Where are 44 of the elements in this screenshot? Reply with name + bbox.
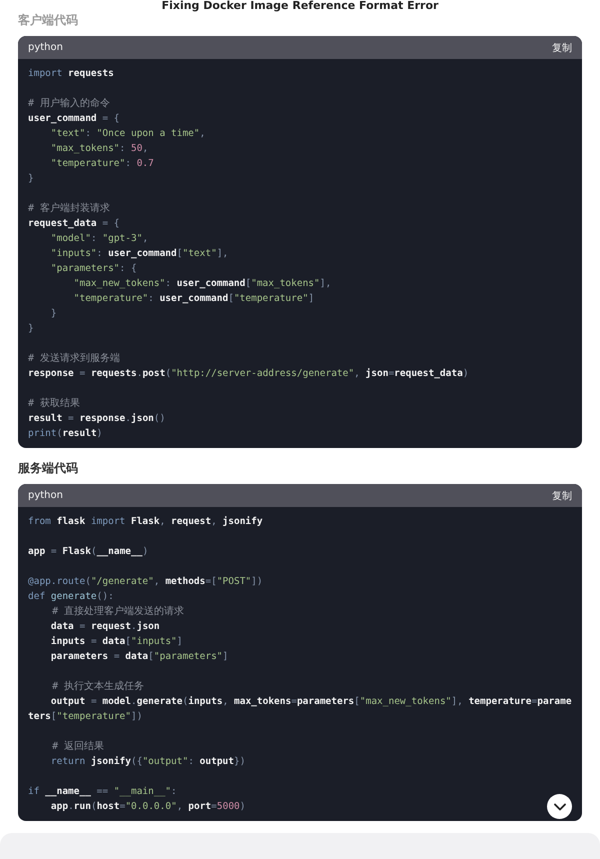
code-line: "max_new_tokens": user_command["max_tokens"], bbox=[72, 277, 332, 291]
code-line: request_data = { bbox=[28, 217, 120, 231]
code-line: # 返回结果 bbox=[51, 740, 104, 754]
copy-button[interactable]: 复制 bbox=[552, 488, 572, 502]
code-line: if __name__ == "__main__": bbox=[28, 785, 177, 799]
code-line: # 执行文本生成任务 bbox=[51, 680, 144, 694]
code-line: result = response.json() bbox=[28, 412, 166, 426]
language-label: python bbox=[28, 42, 63, 53]
section-heading: 客户端代码 bbox=[18, 12, 79, 28]
code-line: def generate(): bbox=[28, 590, 114, 604]
section-heading: 服务端代码 bbox=[18, 460, 79, 476]
code-line: print(result) bbox=[28, 427, 102, 441]
code-line: output = model.generate(inputs, max_tokens=parameters["max_new_tokens"], temperature=parameters["temperature"]) bbox=[28, 695, 573, 724]
code-line: # 用户输入的命令 bbox=[28, 96, 110, 111]
code-line: @app.route("/generate", methods=["POST"]) bbox=[28, 575, 263, 589]
code-line: user_command = { bbox=[28, 112, 120, 126]
code-line: # 客户端封装请求 bbox=[28, 202, 110, 216]
code-line: # 发送请求到服务端 bbox=[28, 352, 120, 366]
code-line: } bbox=[28, 172, 34, 186]
code-line: "temperature": user_command["temperature"] bbox=[72, 292, 314, 306]
code-line: data = request.json bbox=[50, 620, 160, 634]
page-title: Fixing Docker Image Reference Format Error bbox=[162, 0, 438, 12]
code-line: "inputs": user_command["text"], bbox=[50, 247, 228, 261]
code-line: "temperature": 0.7 bbox=[50, 157, 154, 171]
code-line: response = requests.post("http://server-address/generate", json=request_data) bbox=[28, 367, 469, 381]
code-line: # 直接处理客户端发送的请求 bbox=[51, 604, 184, 619]
code-line: "model": "gpt-3", bbox=[50, 232, 148, 246]
code-line: import requests bbox=[28, 67, 114, 81]
code-line: "text": "Once upon a time", bbox=[50, 127, 206, 141]
code-line: app.run(host="0.0.0.0", port=5000) bbox=[50, 800, 246, 814]
code-line: return jsonify({"output": output}) bbox=[50, 755, 246, 769]
code-line: parameters = data["parameters"] bbox=[50, 650, 228, 664]
code-line: inputs = data["inputs"] bbox=[50, 635, 183, 649]
code-line: } bbox=[28, 322, 34, 336]
copy-button[interactable]: 复制 bbox=[552, 40, 572, 54]
code-line: "max_tokens": 50, bbox=[50, 142, 148, 156]
code-line: app = Flask(__name__) bbox=[28, 545, 148, 559]
code-line: # 获取结果 bbox=[28, 396, 80, 411]
code-line: from flask import Flask, request, jsonify bbox=[28, 515, 263, 529]
code-line: "parameters": { bbox=[50, 262, 137, 276]
chevron-down-icon bbox=[554, 802, 566, 810]
scroll-down-button[interactable] bbox=[547, 794, 572, 819]
language-label: python bbox=[28, 490, 63, 501]
code-line: } bbox=[50, 307, 57, 321]
